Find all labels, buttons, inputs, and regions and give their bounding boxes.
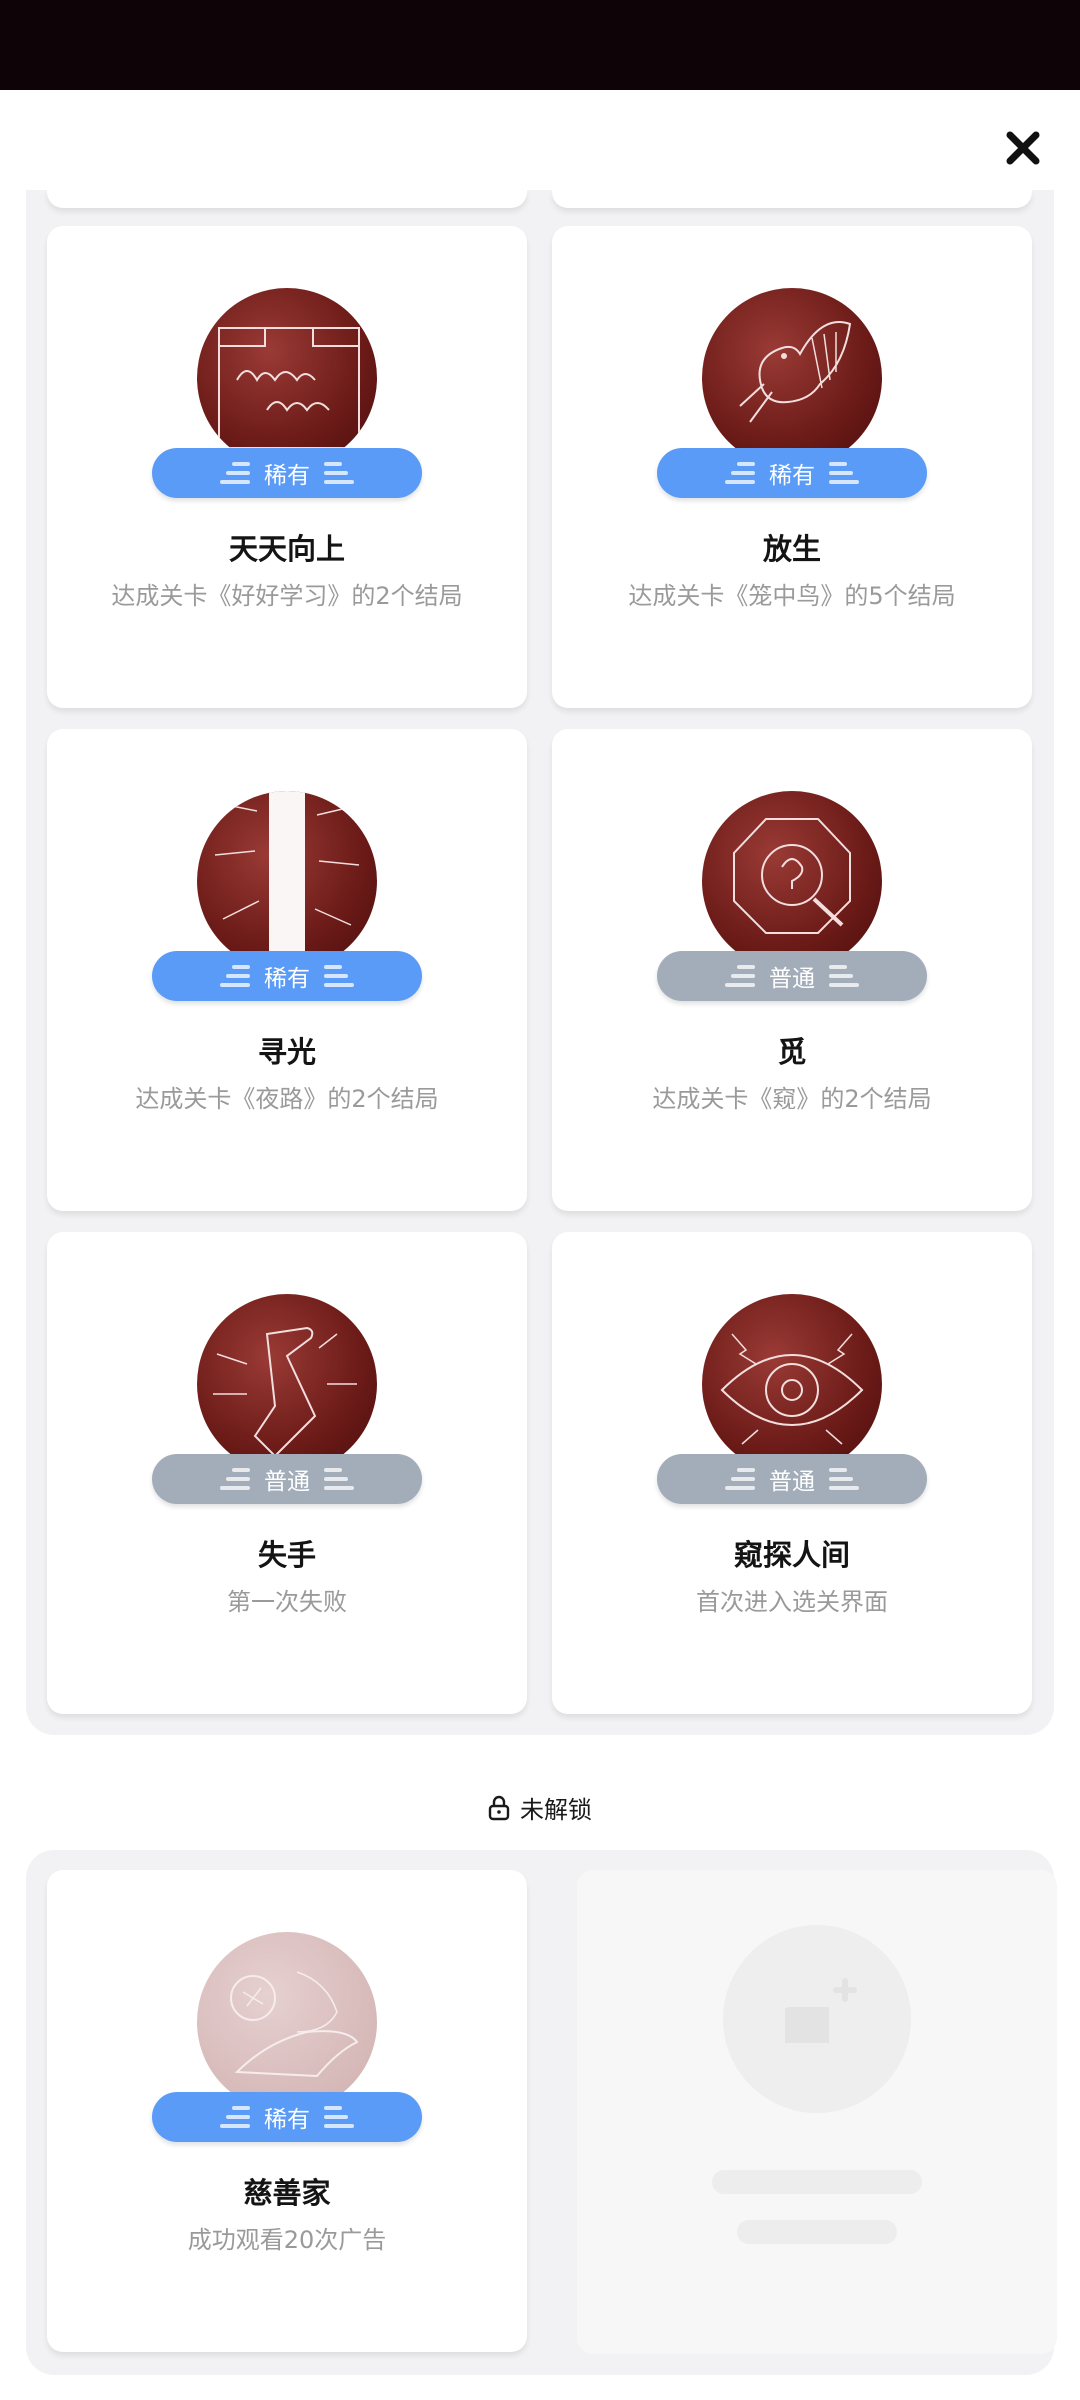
badge-title: 慈善家 bbox=[243, 2176, 331, 2210]
badge-card[interactable]: 稀有 寻光 达成关卡《夜路》的2个结局 bbox=[47, 729, 527, 1211]
badge-title: 觅 bbox=[777, 1035, 807, 1069]
badge-card-locked[interactable]: 稀有 慈善家 成功观看20次广告 bbox=[47, 1870, 527, 2352]
badge-description: 达成关卡《窥》的2个结局 bbox=[652, 1085, 932, 1113]
badge-description: 第一次失败 bbox=[227, 1588, 347, 1616]
placeholder-title-line bbox=[712, 2170, 922, 2194]
unlocked-badges-panel: 稀有 天天向上 达成关卡《好好学习》的2个结局 稀有 放生 达成关卡《笼中鸟》的… bbox=[26, 190, 1054, 1735]
decor-bars-icon bbox=[220, 462, 250, 484]
badge-card[interactable]: 稀有 放生 达成关卡《笼中鸟》的5个结局 bbox=[552, 226, 1032, 708]
badge-card-placeholder bbox=[577, 1870, 1057, 2354]
badge-card[interactable]: 稀有 天天向上 达成关卡《好好学习》的2个结局 bbox=[47, 226, 527, 708]
rarity-label: 稀有 bbox=[264, 966, 310, 992]
badge-description: 达成关卡《好好学习》的2个结局 bbox=[111, 582, 463, 610]
badge-title: 寻光 bbox=[257, 1035, 316, 1069]
rarity-label: 稀有 bbox=[264, 463, 310, 489]
rarity-badge-common: 普通 bbox=[152, 1454, 422, 1504]
badge-title: 失手 bbox=[257, 1538, 316, 1572]
badge-card[interactable]: 普通 窥探人间 首次进入选关界面 bbox=[552, 1232, 1032, 1714]
decor-bars-icon bbox=[324, 1468, 354, 1490]
decor-bars-icon bbox=[324, 462, 354, 484]
decor-bars-icon bbox=[324, 965, 354, 987]
rarity-badge-rare: 稀有 bbox=[657, 448, 927, 498]
close-icon bbox=[1006, 131, 1040, 165]
lock-icon bbox=[488, 1795, 510, 1820]
close-button[interactable] bbox=[1000, 125, 1046, 171]
decor-bars-icon bbox=[725, 462, 755, 484]
dove-icon bbox=[702, 288, 882, 468]
decor-bars-icon bbox=[725, 965, 755, 987]
decor-bars-icon bbox=[829, 462, 859, 484]
rarity-badge-rare: 稀有 bbox=[152, 2092, 422, 2142]
locked-section-label: 未解锁 bbox=[520, 1796, 592, 1824]
rarity-label: 稀有 bbox=[264, 2107, 310, 2133]
decor-bars-icon bbox=[829, 1468, 859, 1490]
status-bar bbox=[0, 0, 1080, 90]
decor-bars-icon bbox=[725, 1468, 755, 1490]
rarity-label: 普通 bbox=[769, 966, 815, 992]
rarity-badge-common: 普通 bbox=[657, 951, 927, 1001]
blackboard-icon bbox=[197, 288, 377, 468]
badge-card-partial bbox=[47, 190, 527, 208]
magnifier-icon bbox=[702, 791, 882, 971]
rarity-label: 普通 bbox=[264, 1469, 310, 1495]
decor-bars-icon bbox=[829, 965, 859, 987]
decor-bars-icon bbox=[324, 2106, 354, 2128]
decor-bars-icon bbox=[220, 965, 250, 987]
locked-section-header: 未解锁 bbox=[0, 1790, 1080, 1825]
light-beam-icon bbox=[197, 791, 377, 971]
rarity-badge-rare: 稀有 bbox=[152, 951, 422, 1001]
badge-title: 窥探人间 bbox=[733, 1538, 850, 1572]
image-placeholder-icon bbox=[723, 1925, 911, 2113]
badge-card[interactable]: 普通 觅 达成关卡《窥》的2个结局 bbox=[552, 729, 1032, 1211]
rarity-label: 稀有 bbox=[769, 463, 815, 489]
badge-card-partial bbox=[552, 190, 1032, 208]
badge-title: 放生 bbox=[762, 532, 821, 566]
badge-description: 达成关卡《夜路》的2个结局 bbox=[135, 1085, 439, 1113]
badge-card[interactable]: 普通 失手 第一次失败 bbox=[47, 1232, 527, 1714]
badge-description: 成功观看20次广告 bbox=[187, 2226, 387, 2254]
locked-badges-panel: 稀有 慈善家 成功观看20次广告 bbox=[26, 1850, 1057, 2375]
rarity-badge-common: 普通 bbox=[657, 1454, 927, 1504]
decor-bars-icon bbox=[220, 1468, 250, 1490]
rarity-label: 普通 bbox=[769, 1469, 815, 1495]
rarity-badge-rare: 稀有 bbox=[152, 448, 422, 498]
badge-description: 首次进入选关界面 bbox=[696, 1588, 888, 1616]
badge-title: 天天向上 bbox=[228, 532, 345, 566]
coin-hand-icon bbox=[197, 1932, 377, 2112]
decor-bars-icon bbox=[220, 2106, 250, 2128]
placeholder-desc-line bbox=[737, 2220, 897, 2244]
falling-hand-icon bbox=[197, 1294, 377, 1474]
eye-icon bbox=[702, 1294, 882, 1474]
badge-description: 达成关卡《笼中鸟》的5个结局 bbox=[628, 582, 956, 610]
